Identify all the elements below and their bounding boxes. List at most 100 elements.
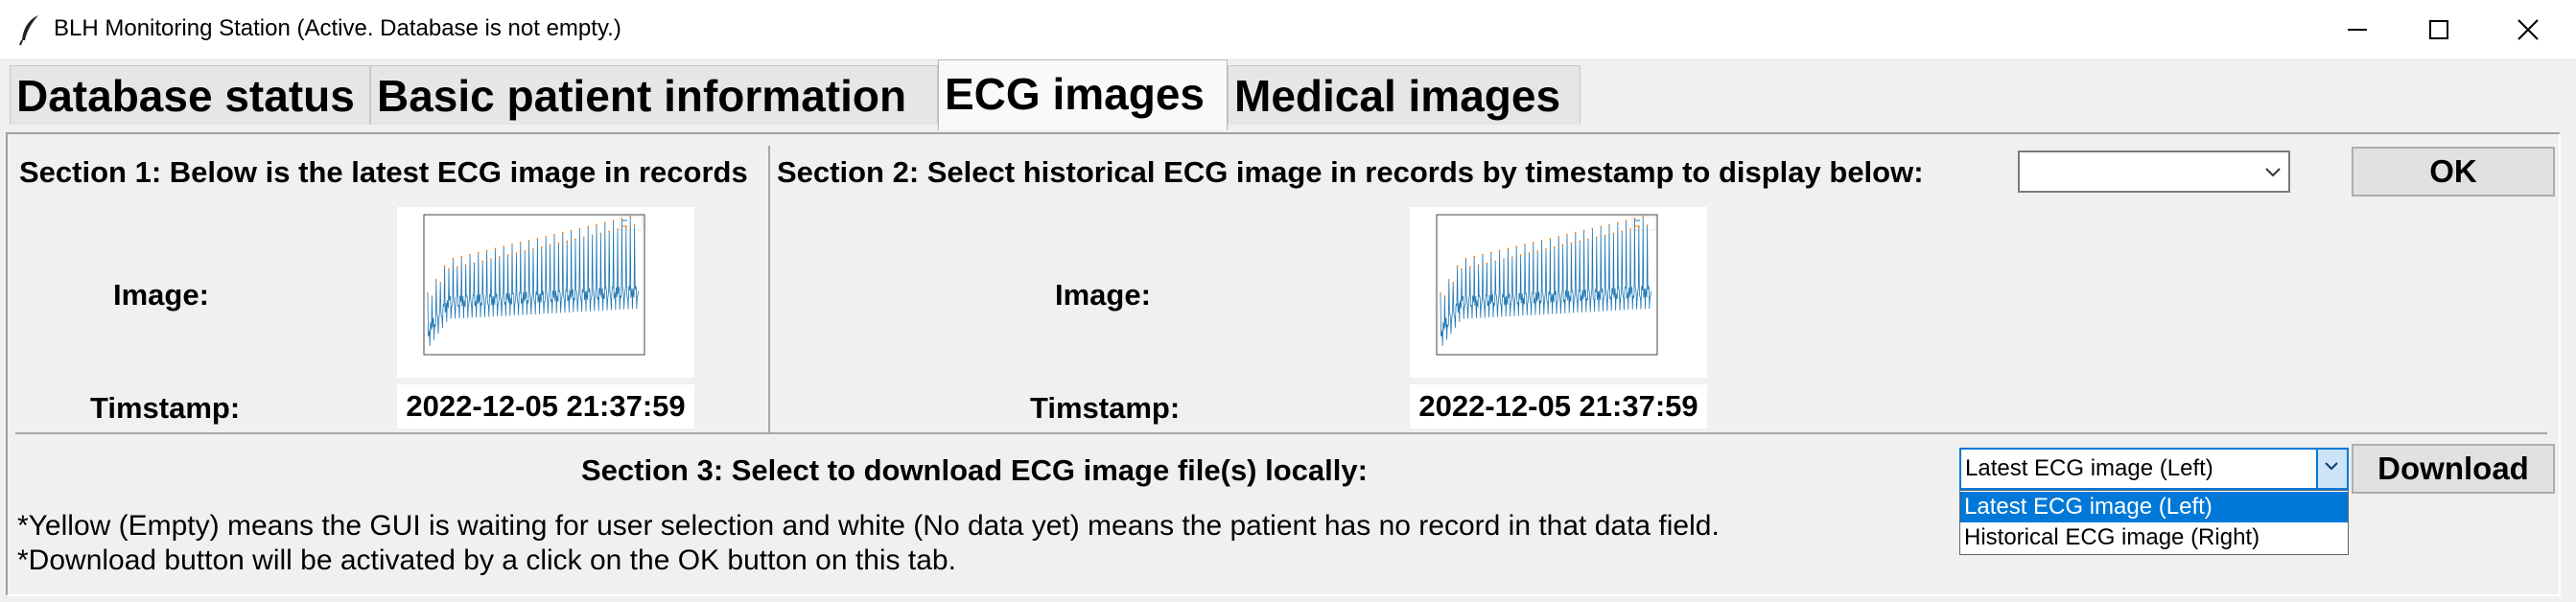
ecg-peak-marker [511, 243, 513, 246]
maximize-button[interactable] [2395, 0, 2483, 59]
ecg-peak-marker [1507, 247, 1510, 250]
maximize-icon [2429, 20, 2448, 39]
ecg-peak-marker [1503, 258, 1505, 261]
ecg-peak-marker [427, 292, 429, 294]
tab-medical-images[interactable]: Medical images [1228, 65, 1581, 125]
section3-heading: Section 3: Select to download ECG image … [581, 453, 1368, 487]
close-button[interactable] [2484, 0, 2572, 59]
download-select-value: Latest ECG image (Left) [1965, 455, 2213, 481]
ecg-peak-marker [1440, 292, 1441, 294]
horizontal-divider [15, 432, 2547, 434]
ecg-peak-marker [617, 228, 619, 231]
ecg-peak-marker [553, 233, 555, 236]
tab-basic-patient-information[interactable]: Basic patient information [370, 65, 938, 125]
ecg-peak-marker [629, 216, 632, 218]
download-options-list: Latest ECG image (Left) Historical ECG i… [1959, 490, 2349, 555]
ecg-peak-marker [1545, 248, 1547, 250]
ecg-peak-marker [464, 264, 467, 266]
ecg-plot-thumbnail [1436, 214, 1658, 356]
ecg-plot-thumbnail [423, 214, 645, 356]
ecg-peak-marker [1447, 279, 1450, 281]
ecg-peak-marker [633, 224, 636, 226]
ecg-peak-marker [566, 240, 569, 243]
section2-image-label: Image: [1055, 278, 1151, 312]
ecg-peak-marker [1587, 238, 1589, 241]
ecg-peak-marker [1566, 233, 1568, 236]
ecg-peak-marker [1637, 226, 1640, 228]
ecg-peak-marker [1461, 267, 1463, 270]
ecg-peak-marker [1519, 254, 1522, 257]
ecg-peak-marker [434, 279, 437, 281]
ecg-peak-marker [490, 258, 492, 261]
ecg-peak-marker [443, 265, 446, 267]
ecg-peak-marker [1464, 257, 1467, 260]
ecg-peak-marker [1443, 295, 1446, 297]
download-select-toggle[interactable] [2316, 450, 2347, 488]
ecg-peak-marker [1591, 227, 1594, 230]
timestamp-select[interactable] [2018, 150, 2290, 193]
ecg-peak-marker [1540, 240, 1543, 242]
ecg-peak-marker [532, 248, 534, 250]
plot-legend [1631, 216, 1656, 231]
ecg-peak-marker [494, 247, 497, 250]
section2-heading: Section 2: Select historical ECG image i… [777, 155, 1924, 189]
ecg-peak-marker [1498, 249, 1501, 252]
section2-timestamp-label: Timstamp: [1030, 391, 1181, 425]
chevron-down-icon [2325, 462, 2338, 471]
ecg-peak-marker [439, 282, 442, 284]
section1-heading: Section 1: Below is the latest ECG image… [19, 155, 748, 189]
ecg-peak-marker [1456, 265, 1459, 267]
ecg-peak-marker [574, 238, 576, 241]
ecg-peak-marker [1625, 220, 1628, 222]
ecg-signal-line [1440, 217, 1651, 346]
section1-image-label: Image: [113, 278, 209, 312]
ecg-peak-marker [578, 227, 581, 230]
ecg-peak-marker [460, 255, 463, 258]
close-icon [2517, 19, 2539, 40]
ecg-peak-marker [1524, 243, 1526, 246]
ecg-peak-marker [536, 238, 539, 240]
ecg-peak-marker [582, 236, 585, 239]
download-select[interactable]: Latest ECG image (Left) [1959, 448, 2349, 490]
ecg-peak-marker [1582, 229, 1585, 232]
ecg-peak-marker [503, 245, 505, 248]
vertical-divider [768, 146, 770, 433]
ecg-peak-marker [624, 226, 627, 228]
ecg-peak-marker [519, 242, 522, 243]
option-latest-ecg-image[interactable]: Latest ECG image (Left) [1960, 492, 2348, 522]
ecg-peak-marker [1528, 252, 1531, 255]
tab-ecg-images[interactable]: ECG images [938, 59, 1228, 130]
ecg-peak-marker [498, 256, 501, 259]
ecg-peak-marker [1553, 246, 1556, 248]
ecg-peak-marker [561, 231, 564, 234]
ecg-peak-marker [1532, 242, 1534, 243]
ecg-peak-marker [1536, 250, 1539, 252]
ecg-signal-line [427, 217, 639, 346]
ecg-peak-marker [1646, 224, 1649, 226]
ecg-peak-marker [1621, 230, 1624, 233]
ecg-peak-marker [549, 243, 551, 246]
ecg-peak-marker [481, 260, 484, 263]
latest-ecg-image [397, 207, 694, 378]
ecg-peak-marker [1642, 216, 1645, 218]
tab-bar: Database status Basic patient informatio… [0, 59, 2576, 132]
ecg-peak-marker [557, 242, 560, 244]
window-title: BLH Monitoring Station (Active. Database… [54, 15, 621, 41]
option-historical-ecg-image[interactable]: Historical ECG image (Right) [1960, 522, 2348, 553]
section2-timestamp-value: 2022-12-05 21:37:59 [1410, 384, 1707, 428]
ecg-peak-marker [506, 254, 509, 257]
section1-timestamp-label: Timstamp: [90, 391, 241, 425]
title-bar: BLH Monitoring Station (Active. Database… [0, 0, 2576, 60]
ecg-peak-marker [469, 253, 471, 256]
ecg-peak-marker [1579, 240, 1581, 243]
ok-button[interactable]: OK [2352, 147, 2555, 197]
download-button[interactable]: Download [2352, 444, 2555, 494]
feather-icon [19, 15, 38, 46]
ecg-peak-marker [612, 220, 615, 222]
tab-database-status[interactable]: Database status [10, 65, 370, 125]
ecg-peak-marker [1574, 231, 1577, 234]
ecg-peak-marker [431, 295, 433, 297]
ecg-peak-marker [477, 251, 480, 254]
plot-legend [619, 216, 644, 231]
minimize-button[interactable] [2313, 0, 2401, 59]
